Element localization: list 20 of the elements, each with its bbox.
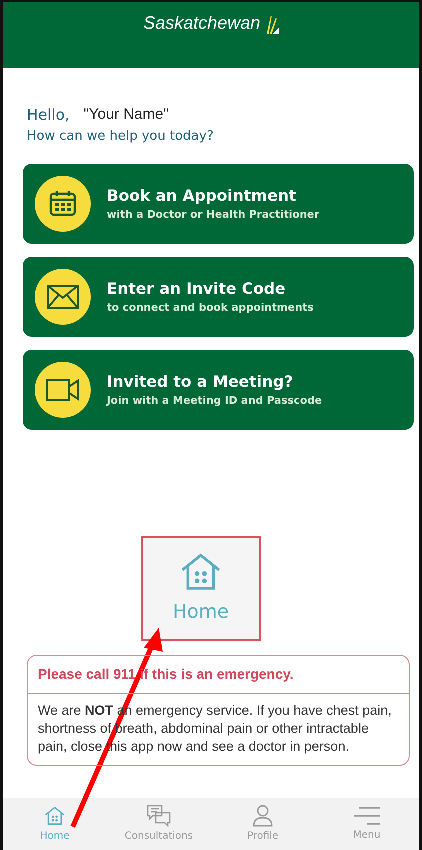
action-card[interactable]: Book an Appointment with a Doctor or Health Practitioner [23,164,414,244]
envelope-icon [47,285,79,309]
action-card[interactable]: Enter an Invite Code to connect and book appointments [23,257,414,337]
nav-tab[interactable]: Profile [211,798,315,850]
logo-text: Saskatchewan [143,12,261,35]
greeting-text: Hello, [27,105,70,126]
chat-icon [147,804,171,826]
video-camera-icon [46,378,80,402]
home-icon [44,804,66,826]
menu-icon [353,806,381,826]
nav-tab[interactable]: Consultations [107,798,211,850]
profile-icon [253,804,273,826]
user-name: "Your Name" [84,105,169,125]
nav-tab[interactable]: Menu [315,798,419,850]
calendar-icon [48,189,78,219]
prompt-text: How can we help you today? [27,128,215,146]
home-label: Home [172,600,230,626]
wheat-logo-icon [264,14,279,34]
nav-tab[interactable]: Home [3,798,107,850]
action-card[interactable]: Invited to a Meeting? Join with a Meeting ID and Passcode [23,350,414,430]
